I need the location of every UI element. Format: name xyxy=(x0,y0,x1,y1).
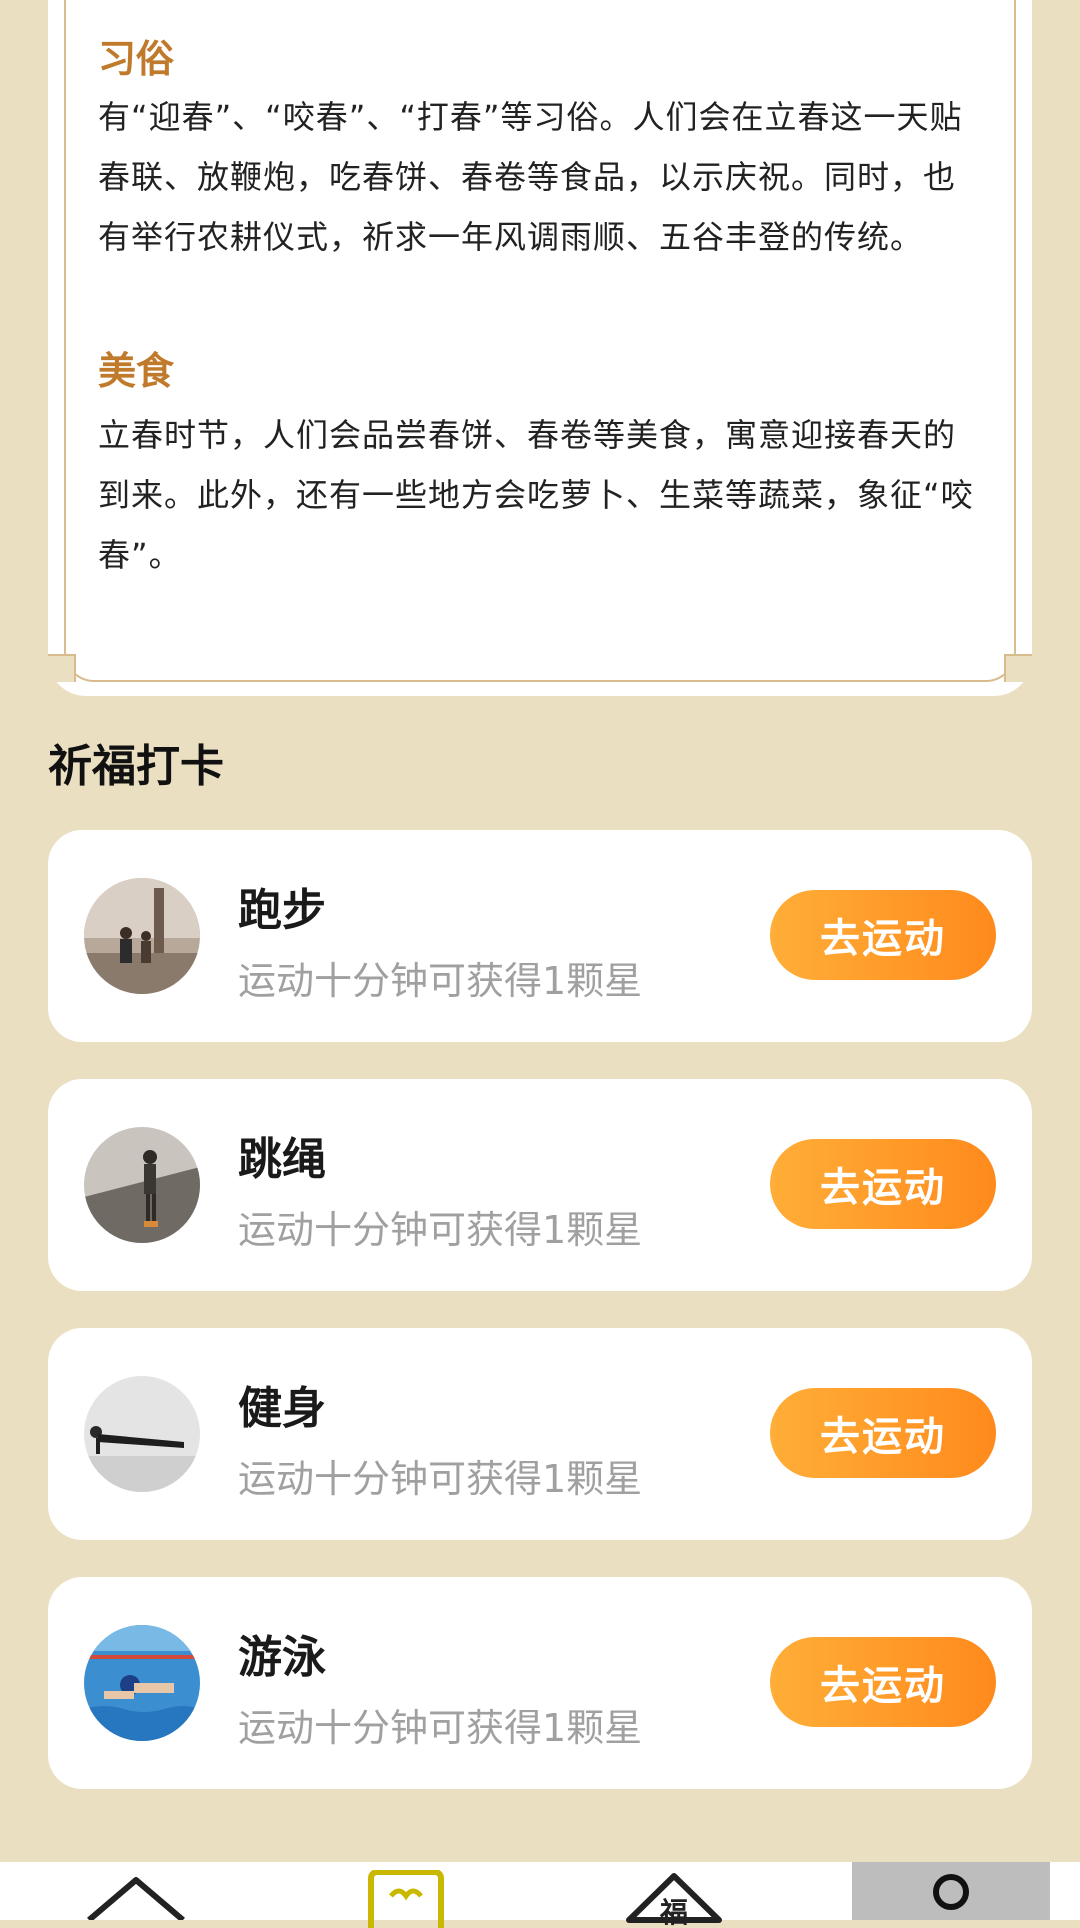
food-title: 美食 xyxy=(98,349,175,393)
activity-name: 跳绳 xyxy=(238,1134,326,1185)
activity-desc: 运动十分钟可获得1颗星 xyxy=(238,1208,643,1252)
customs-body: 有“迎春”、“咬春”、“打春”等习俗。人们会在立春这一天贴春联、放鞭炮，吃春饼、… xyxy=(98,98,963,256)
bottom-nav: 福 xyxy=(0,1862,1080,1928)
info-card: 习俗 有“迎春”、“咬春”、“打春”等习俗。人们会在立春这一天贴春联、放鞭炮，吃… xyxy=(48,0,1032,696)
go-exercise-button-swimming[interactable]: 去运动 xyxy=(770,1637,996,1727)
svg-text:福: 福 xyxy=(659,1896,688,1928)
activity-card-fitness: 健身 运动十分钟可获得1颗星 去运动 xyxy=(48,1328,1032,1540)
activity-name: 跑步 xyxy=(238,885,326,936)
go-exercise-button-jump-rope[interactable]: 去运动 xyxy=(770,1139,996,1229)
heart-card-icon xyxy=(368,1870,444,1928)
food-body: 立春时节，人们会品尝春饼、春卷等美食，寓意迎接春天的到来。此外，还有一些地方会吃… xyxy=(98,416,974,574)
running-avatar xyxy=(84,878,200,994)
nav-home[interactable] xyxy=(36,1862,236,1920)
nav-fu[interactable]: 福 xyxy=(574,1862,774,1928)
activity-desc: 运动十分钟可获得1颗星 xyxy=(238,1457,643,1501)
jump-rope-avatar xyxy=(84,1127,200,1243)
home-icon xyxy=(87,1877,185,1920)
profile-icon xyxy=(933,1874,969,1910)
activity-name: 游泳 xyxy=(238,1632,326,1683)
fu-icon: 福 xyxy=(626,1873,722,1928)
go-exercise-button-running[interactable]: 去运动 xyxy=(770,890,996,980)
nav-profile[interactable] xyxy=(852,1862,1050,1920)
activity-desc: 运动十分钟可获得1颗星 xyxy=(238,959,643,1003)
customs-title: 习俗 xyxy=(98,37,175,81)
fitness-avatar xyxy=(84,1376,200,1492)
go-exercise-button-fitness[interactable]: 去运动 xyxy=(770,1388,996,1478)
activity-card-jump-rope: 跳绳 运动十分钟可获得1颗星 去运动 xyxy=(48,1079,1032,1291)
activity-desc: 运动十分钟可获得1颗星 xyxy=(238,1706,643,1750)
activity-card-swimming: 游泳 运动十分钟可获得1颗星 去运动 xyxy=(48,1577,1032,1789)
swimming-avatar xyxy=(84,1625,200,1741)
activity-card-running: 跑步 运动十分钟可获得1颗星 去运动 xyxy=(48,830,1032,1042)
nav-wish[interactable] xyxy=(306,1862,506,1928)
checkin-section-title: 祈福打卡 xyxy=(48,741,224,792)
activity-name: 健身 xyxy=(238,1383,326,1434)
